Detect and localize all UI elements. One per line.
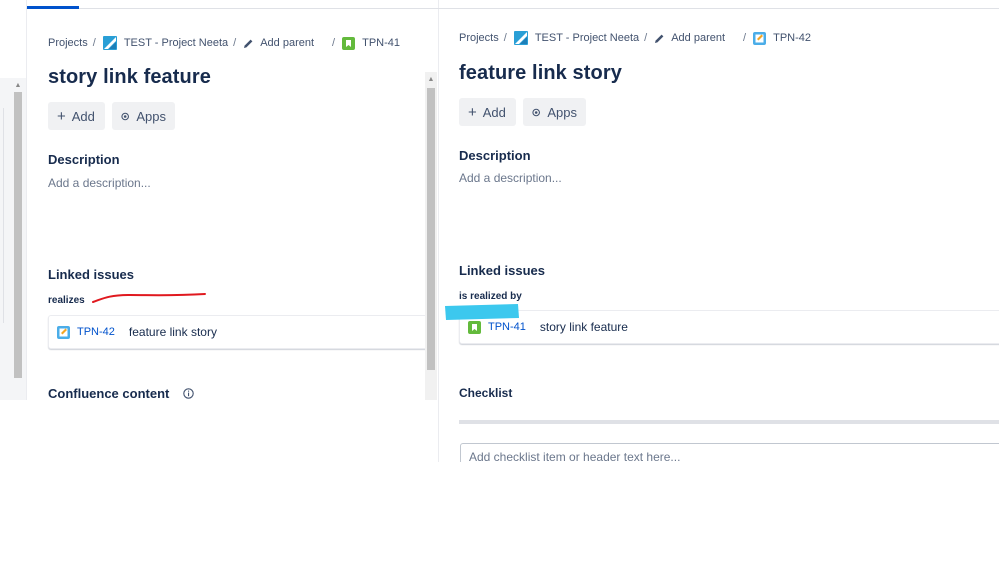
top-border <box>438 8 999 9</box>
checklist-progress-bar <box>459 420 999 424</box>
add-parent-label: Add parent <box>260 37 315 49</box>
red-underline-annotation <box>92 293 206 303</box>
apps-button-label: Apps <box>136 108 166 124</box>
add-parent-button[interactable]: Add parent <box>243 37 314 49</box>
breadcrumb-project[interactable]: TEST - Project Neeta <box>102 36 229 50</box>
breadcrumb-issue-key[interactable]: TPN-41 <box>342 36 401 50</box>
confluence-heading-label: Confluence content <box>48 386 170 400</box>
apps-button[interactable]: Apps <box>523 98 586 126</box>
add-parent-button[interactable]: Add parent <box>654 32 725 44</box>
apps-button-label: Apps <box>547 104 577 120</box>
breadcrumb-separator: / <box>503 32 507 44</box>
breadcrumb-projects[interactable]: Projects <box>459 32 499 44</box>
breadcrumb-separator: / <box>644 32 648 44</box>
panel-border <box>26 0 27 400</box>
apps-button[interactable]: Apps <box>112 102 175 130</box>
left-issue-panel: ▲ Projects / TEST - Project Neeta / Add … <box>0 0 438 400</box>
breadcrumb-project[interactable]: TEST - Project Neeta <box>513 31 640 45</box>
task-icon <box>753 31 767 45</box>
linked-issue-row[interactable]: TPN-42 feature link story <box>48 315 428 349</box>
breadcrumb-project-label: TEST - Project Neeta <box>123 37 229 49</box>
breadcrumb: Projects / TEST - Project Neeta / Add pa… <box>459 31 811 45</box>
panel-border <box>438 0 439 462</box>
breadcrumb-separator: / <box>233 37 237 49</box>
apps-icon <box>121 112 129 120</box>
add-button-label: Add <box>71 108 95 124</box>
blue-highlight-annotation <box>445 304 519 320</box>
breadcrumb-separator: / <box>743 32 747 44</box>
description-placeholder[interactable]: Add a description... <box>48 176 151 190</box>
panel-scrollbar-thumb[interactable] <box>427 88 435 370</box>
checklist-heading: Checklist <box>459 386 513 400</box>
top-border <box>26 8 438 9</box>
add-parent-label: Add parent <box>671 32 726 44</box>
description-heading: Description <box>48 152 120 167</box>
issue-key-label: TPN-42 <box>773 32 812 44</box>
scroll-up-icon[interactable]: ▲ <box>427 76 435 84</box>
issue-key-label: TPN-41 <box>362 37 401 49</box>
sidebar-divider <box>0 108 4 323</box>
right-issue-panel: Projects / TEST - Project Neeta / Add pa… <box>438 0 999 462</box>
linked-issues-heading: Linked issues <box>459 263 545 278</box>
issue-title[interactable]: feature link story <box>459 62 622 85</box>
breadcrumb-issue-key[interactable]: TPN-42 <box>753 31 812 45</box>
project-icon <box>513 31 528 45</box>
description-placeholder[interactable]: Add a description... <box>459 171 562 185</box>
linked-issue-summary[interactable]: story link feature <box>540 320 628 334</box>
story-icon <box>468 320 481 334</box>
active-tab-indicator <box>27 6 79 9</box>
issue-title[interactable]: story link feature <box>48 66 211 89</box>
task-icon <box>57 325 70 339</box>
add-button-label: Add <box>482 104 506 120</box>
breadcrumb: Projects / TEST - Project Neeta / Add pa… <box>48 36 400 50</box>
plus-icon: + <box>57 107 66 125</box>
pencil-icon <box>244 39 253 48</box>
linked-issue-key[interactable]: TPN-41 <box>488 321 526 333</box>
linked-issue-summary[interactable]: feature link story <box>129 325 217 339</box>
pencil-icon <box>655 34 664 43</box>
add-button[interactable]: + Add <box>48 102 105 130</box>
panel-scrollbar[interactable]: ▲ <box>425 72 437 400</box>
project-icon <box>102 36 117 50</box>
story-icon <box>342 36 356 50</box>
sidebar-scroll-up-icon[interactable]: ▲ <box>14 82 22 90</box>
linked-issue-key[interactable]: TPN-42 <box>77 326 115 338</box>
add-button[interactable]: + Add <box>459 98 516 126</box>
breadcrumb-separator: / <box>92 37 96 49</box>
sidebar-scrollbar-thumb[interactable] <box>14 92 22 378</box>
breadcrumb-separator: / <box>332 37 336 49</box>
plus-icon: + <box>468 103 477 121</box>
checklist-input[interactable]: Add checklist item or header text here..… <box>460 443 999 462</box>
description-heading: Description <box>459 148 531 163</box>
confluence-heading: Confluence content <box>48 386 194 400</box>
info-icon[interactable] <box>183 388 194 399</box>
link-type-label: realizes <box>48 295 85 306</box>
link-type-label: is realized by <box>459 291 522 302</box>
apps-icon <box>532 108 540 116</box>
linked-issues-heading: Linked issues <box>48 267 134 282</box>
breadcrumb-projects[interactable]: Projects <box>48 37 88 49</box>
linked-issue-row[interactable]: TPN-41 story link feature <box>459 310 999 344</box>
breadcrumb-project-label: TEST - Project Neeta <box>534 32 640 44</box>
